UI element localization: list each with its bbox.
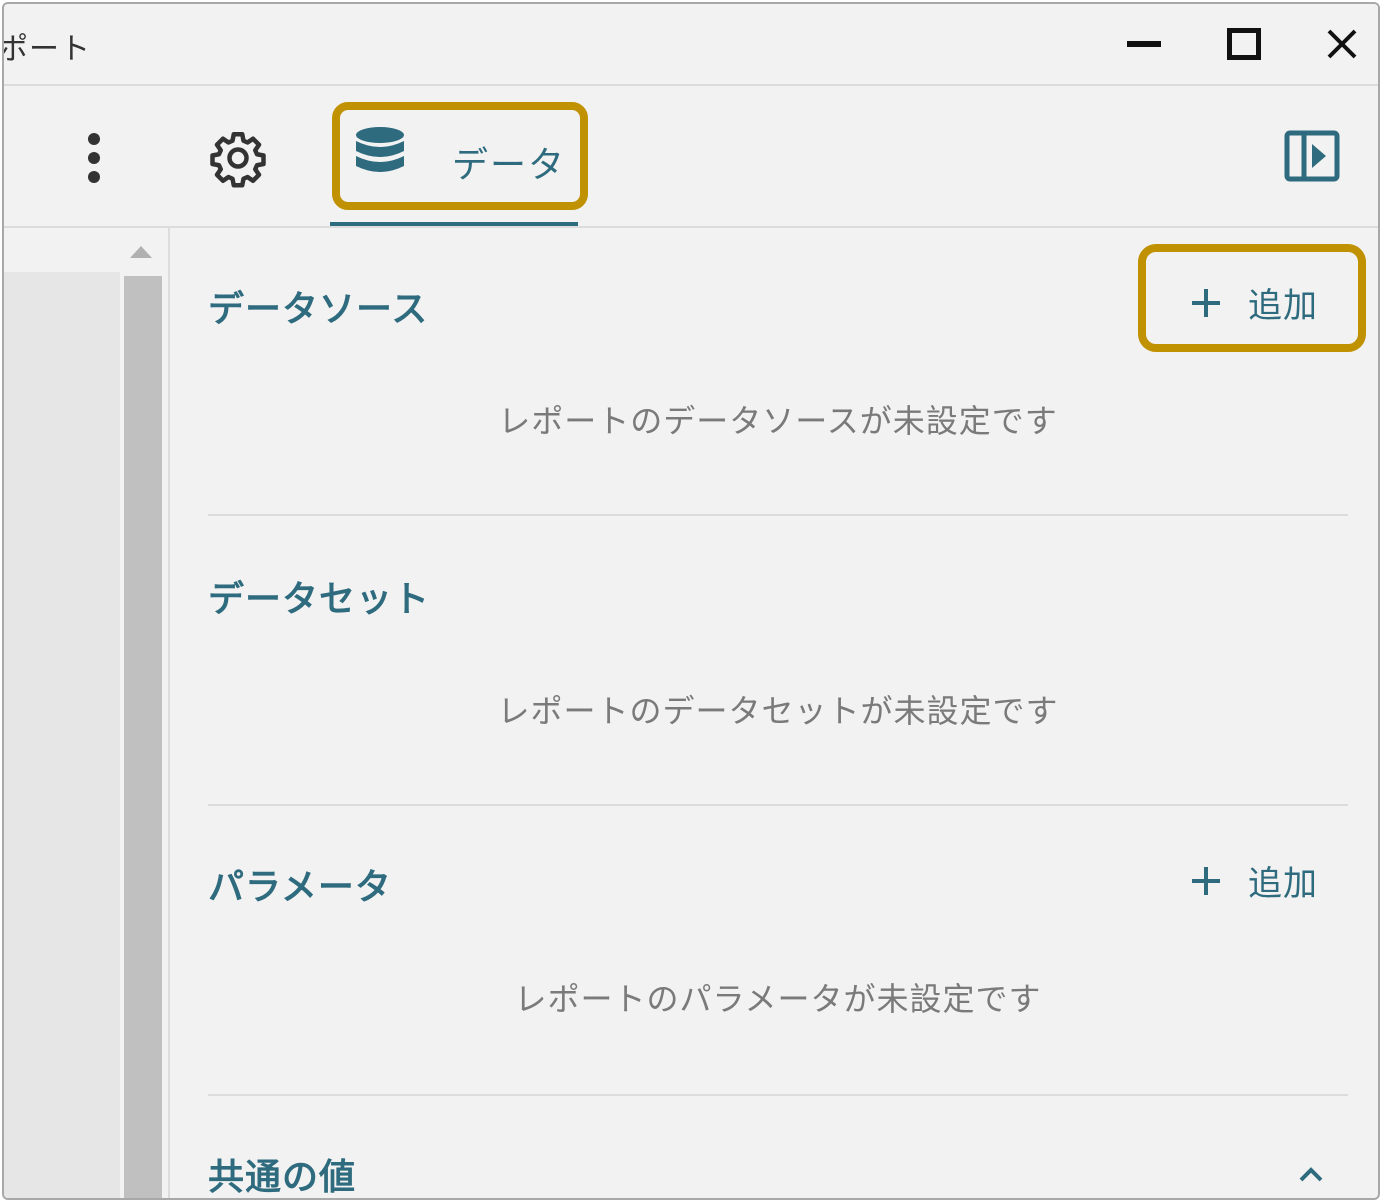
- panel-toggle-icon: [1284, 130, 1340, 182]
- maximize-button[interactable]: [1214, 18, 1274, 70]
- report-window: ポート データ データソース 追加 レポートのデータソースが未設定です データセ…: [2, 2, 1380, 1200]
- gear-icon: [210, 132, 266, 188]
- more-options-button[interactable]: [66, 126, 122, 190]
- vertical-scrollbar[interactable]: [124, 228, 162, 1198]
- add-parameter-label: 追加: [1248, 864, 1318, 904]
- section-divider: [208, 804, 1348, 806]
- minimize-button[interactable]: [1114, 18, 1174, 70]
- parameters-title: パラメータ: [208, 867, 392, 908]
- settings-button[interactable]: [202, 122, 274, 194]
- datasource-title: データソース: [208, 289, 429, 330]
- datasource-empty-message: レポートのデータソースが未設定です: [498, 402, 1058, 440]
- parameters-section: パラメータ 追加 レポートのパラメータが未設定です: [208, 808, 1348, 1098]
- add-parameter-button[interactable]: 追加: [1192, 856, 1318, 905]
- close-icon: [1327, 29, 1357, 59]
- minimize-icon: [1127, 41, 1161, 47]
- left-pane-content: [4, 272, 120, 1198]
- common-values-section: 共通の値: [208, 1098, 1348, 1198]
- title-bar: ポート: [4, 4, 1378, 86]
- section-divider: [208, 1094, 1348, 1096]
- scroll-up-arrow-icon[interactable]: [130, 246, 152, 258]
- designer-toolbar: データ: [4, 86, 1378, 228]
- database-icon: [356, 127, 404, 172]
- common-values-title: 共通の値: [208, 1157, 357, 1198]
- window-title: ポート: [2, 32, 91, 67]
- section-divider: [208, 514, 1348, 516]
- dataset-title: データセット: [208, 579, 431, 620]
- kebab-menu-icon: [88, 133, 100, 183]
- maximize-icon: [1227, 28, 1261, 60]
- dataset-empty-message: レポートのデータセットが未設定です: [497, 692, 1059, 730]
- toggle-panel-button[interactable]: [1284, 130, 1344, 190]
- close-button[interactable]: [1312, 18, 1372, 70]
- active-tab-indicator: [330, 222, 578, 226]
- parameters-empty-message: レポートのパラメータが未設定です: [514, 980, 1042, 1018]
- chevron-up-icon[interactable]: [1296, 1160, 1326, 1190]
- add-button-highlight-frame: [1138, 244, 1366, 352]
- tab-data[interactable]: データ: [332, 102, 588, 210]
- data-panel: データソース 追加 レポートのデータソースが未設定です データセット レポートの…: [208, 228, 1348, 1198]
- dataset-section: データセット レポートのデータセットが未設定です: [208, 518, 1348, 808]
- tab-data-label: データ: [452, 145, 567, 186]
- scrollbar-thumb[interactable]: [124, 276, 162, 1198]
- left-pane: [4, 228, 170, 1198]
- plus-icon: [1192, 866, 1220, 895]
